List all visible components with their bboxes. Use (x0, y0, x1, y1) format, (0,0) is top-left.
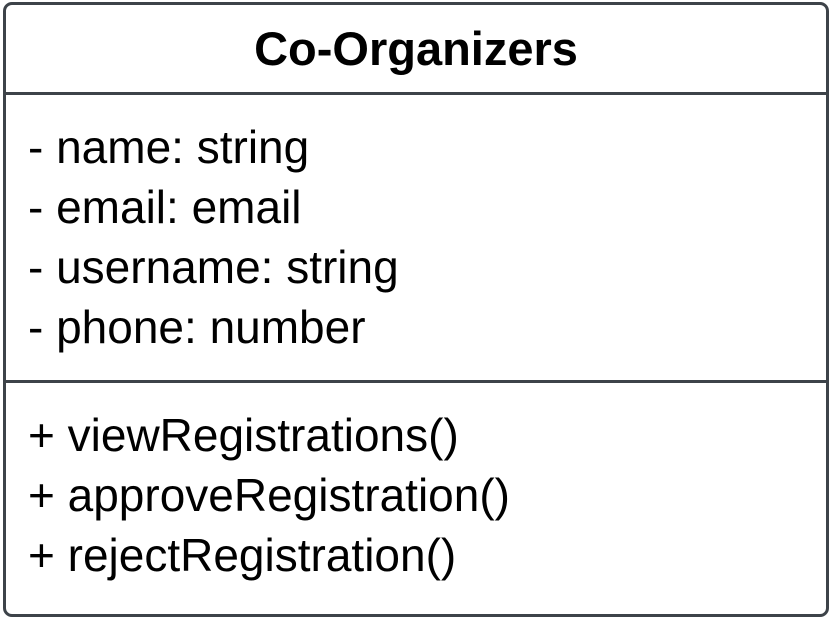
attribute-email: - email: email (28, 181, 302, 233)
method-view-registrations: + viewRegistrations() (28, 409, 459, 461)
method-approve-registration: + approveRegistration() (28, 469, 510, 521)
uml-class-box: Co-Organizers - name: string - email: em… (3, 2, 829, 617)
class-name: Co-Organizers (254, 22, 578, 75)
attributes-compartment: - name: string - email: email - username… (6, 95, 826, 383)
methods-compartment: + viewRegistrations() + approveRegistrat… (6, 383, 826, 585)
attribute-name: - name: string (28, 121, 310, 173)
method-reject-registration: + rejectRegistration() (28, 529, 457, 581)
class-header: Co-Organizers (6, 5, 826, 95)
attribute-username: - username: string (28, 241, 399, 293)
attribute-phone: - phone: number (28, 301, 366, 353)
